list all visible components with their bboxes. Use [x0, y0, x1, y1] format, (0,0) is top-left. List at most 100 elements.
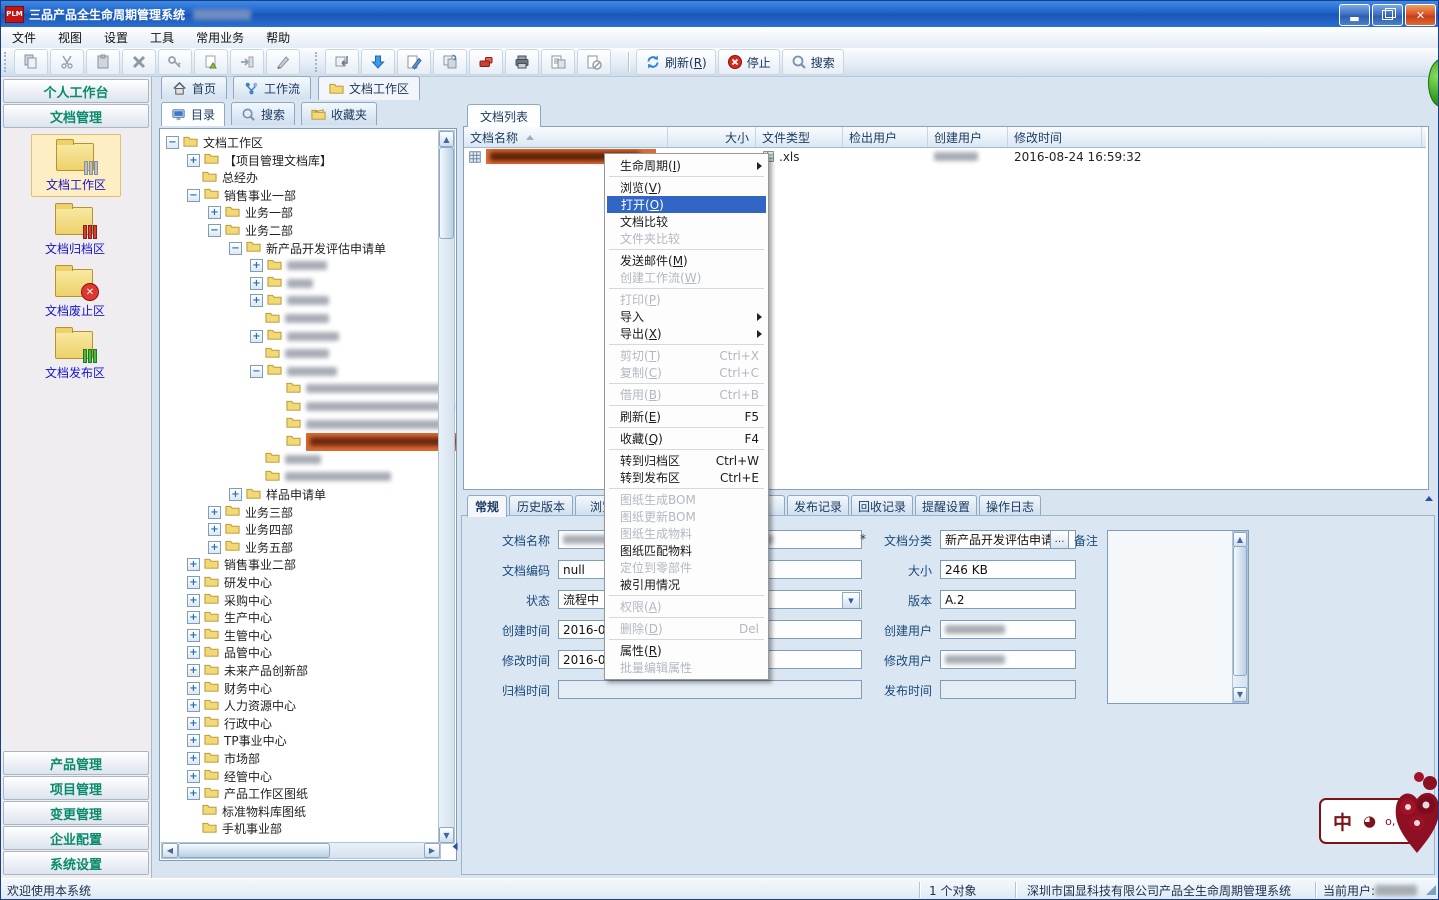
expand-icon[interactable]: +	[187, 558, 200, 571]
collapse-icon[interactable]: −	[166, 136, 179, 149]
tree-node-文档工作区[interactable]: −文档工作区	[166, 134, 263, 151]
tree-node-经管中心[interactable]: +经管中心	[187, 768, 272, 785]
tree-tab-收藏夹[interactable]: 收藏夹	[301, 102, 377, 125]
restore-button[interactable]	[1372, 4, 1403, 26]
toolbar-search-button[interactable]: 搜索	[782, 49, 844, 75]
detail-tab-提醒设置[interactable]: 提醒设置	[915, 495, 977, 516]
expand-icon[interactable]: +	[208, 206, 221, 219]
menu-item-被引用情况[interactable]: 被引用情况	[606, 576, 767, 593]
sidebar-button-产品管理[interactable]: 产品管理	[3, 751, 149, 775]
column-header-文档名称[interactable]: 文档名称	[464, 127, 668, 147]
tree-node-生产中心[interactable]: +生产中心	[187, 609, 272, 626]
column-header-文件类型[interactable]: 文件类型	[756, 127, 843, 147]
menu-item-刷新[interactable]: 刷新(E)F5	[606, 408, 767, 425]
menubar-item-5[interactable]: 帮助	[255, 27, 301, 48]
tree-node-TP事业中心[interactable]: +TP事业中心	[187, 732, 287, 749]
expand-icon[interactable]: +	[187, 682, 200, 695]
tree-node[interactable]	[271, 398, 454, 415]
sidebar-button-项目管理[interactable]: 项目管理	[3, 776, 149, 800]
menu-item-收藏[interactable]: 收藏(Q)F4	[606, 430, 767, 447]
tree-node-品管中心[interactable]: +品管中心	[187, 644, 272, 661]
tree-node[interactable]	[271, 433, 457, 450]
minimize-button[interactable]: ▬	[1339, 4, 1370, 26]
field-input-版本[interactable]: A.2	[940, 590, 1076, 609]
tree-hscrollbar[interactable]: ◀▶	[161, 842, 441, 859]
tab-首页[interactable]: 首页	[161, 76, 227, 99]
menu-item-转到发布区[interactable]: 转到发布区Ctrl+E	[606, 469, 767, 486]
expand-icon[interactable]: +	[187, 646, 200, 659]
detail-tab-历史版本[interactable]: 历史版本	[509, 495, 573, 516]
menu-item-浏览[interactable]: 浏览(V)	[606, 179, 767, 196]
sidebar-item-文档发布区[interactable]: 文档发布区	[31, 327, 119, 381]
tree-node[interactable]: +	[250, 292, 329, 309]
expand-icon[interactable]: +	[208, 506, 221, 519]
ime-shape-icon[interactable]: ◕	[1363, 812, 1376, 830]
expand-icon[interactable]: +	[187, 787, 200, 800]
detail-tab-回收记录[interactable]: 回收记录	[851, 495, 913, 516]
menu-item-发送邮件[interactable]: 发送邮件(M)	[606, 252, 767, 269]
menubar-item-1[interactable]: 视图	[47, 27, 93, 48]
column-header-修改时间[interactable]: 修改时间	[1008, 127, 1422, 147]
expand-icon[interactable]: +	[250, 294, 263, 307]
ime-mode-indicator[interactable]: 中	[1333, 808, 1352, 835]
menu-item-属性[interactable]: 属性(R)	[606, 642, 767, 659]
toolbar-checkout-button[interactable]	[194, 49, 228, 75]
tree-node-手机事业部[interactable]: 手机事业部	[187, 820, 282, 837]
toolbar-checkin-button[interactable]	[230, 49, 264, 75]
tree-tab-目录[interactable]: 目录	[161, 102, 225, 126]
tree-node-新产品开发评估申请单[interactable]: −新产品开发评估申请单	[229, 240, 386, 257]
expand-icon[interactable]: +	[250, 259, 263, 272]
tree-node[interactable]	[271, 380, 444, 397]
field-input-归档时间[interactable]	[558, 680, 862, 699]
menubar-item-2[interactable]: 设置	[93, 27, 139, 48]
expand-icon[interactable]: +	[250, 277, 263, 290]
sidebar-button-变更管理[interactable]: 变更管理	[3, 801, 149, 825]
detail-tab-操作日志[interactable]: 操作日志	[979, 495, 1041, 516]
toolbar-key-button[interactable]	[158, 49, 192, 75]
tree-node-业务二部[interactable]: −业务二部	[208, 222, 293, 239]
hscroll-thumb[interactable]	[178, 843, 330, 858]
tree-node-未来产品创新部[interactable]: +未来产品创新部	[187, 662, 308, 679]
expand-icon[interactable]: +	[187, 576, 200, 589]
sidebar-button-企业配置[interactable]: 企业配置	[3, 826, 149, 850]
remark-scrollbar[interactable]: ▲▼	[1232, 531, 1248, 703]
tree-node[interactable]: +	[250, 328, 339, 345]
toolbar-get-button[interactable]	[361, 49, 395, 75]
menu-item-导入[interactable]: 导入	[606, 308, 767, 325]
tree-node-人力资源中心[interactable]: +人力资源中心	[187, 697, 296, 714]
menubar-item-0[interactable]: 文件	[1, 27, 47, 48]
sidebar-header-1[interactable]: 文档管理	[3, 104, 149, 128]
expand-icon[interactable]: +	[187, 752, 200, 765]
toolbar-cut-button[interactable]	[50, 49, 84, 75]
tree-node[interactable]	[250, 310, 329, 327]
toolbar-swap-button[interactable]	[433, 49, 467, 75]
collapse-icon[interactable]: −	[250, 365, 263, 378]
dropdown-arrow-icon[interactable]: ▼	[842, 592, 860, 609]
tree-node-总经办[interactable]: 总经办	[187, 169, 258, 186]
expand-icon[interactable]: +	[208, 541, 221, 554]
sidebar-item-文档工作区[interactable]: 文档工作区	[31, 134, 121, 197]
expand-icon[interactable]: +	[187, 664, 200, 677]
expand-icon[interactable]: +	[229, 488, 242, 501]
field-input-发布时间[interactable]	[940, 680, 1076, 699]
scroll-up-button[interactable]: ▲	[439, 131, 454, 147]
toolbar-delete-button[interactable]	[122, 49, 156, 75]
collapse-tree-arrow[interactable]	[453, 843, 458, 851]
tree-node-业务五部[interactable]: +业务五部	[208, 539, 293, 556]
expand-icon[interactable]: +	[187, 611, 200, 624]
menubar-item-3[interactable]: 工具	[139, 27, 185, 48]
tree-node[interactable]	[250, 345, 329, 362]
vscroll-thumb[interactable]	[439, 147, 454, 239]
tree-node[interactable]	[250, 451, 321, 468]
collapse-icon[interactable]: −	[229, 242, 242, 255]
toolbar-stop-button[interactable]: 停止	[718, 49, 780, 75]
tree-node[interactable]	[271, 416, 452, 433]
menu-item-文档比较[interactable]: 文档比较	[606, 213, 767, 230]
scroll-down-button[interactable]: ▼	[439, 827, 454, 843]
menu-item-转到归档区[interactable]: 转到归档区Ctrl+W	[606, 452, 767, 469]
collapse-icon[interactable]: −	[208, 224, 221, 237]
tree-node-样品申请单[interactable]: +样品申请单	[229, 486, 326, 503]
tree-node-采购中心[interactable]: +采购中心	[187, 592, 272, 609]
tree-node[interactable]: −	[250, 363, 337, 380]
tree-node-财务中心[interactable]: +财务中心	[187, 680, 272, 697]
